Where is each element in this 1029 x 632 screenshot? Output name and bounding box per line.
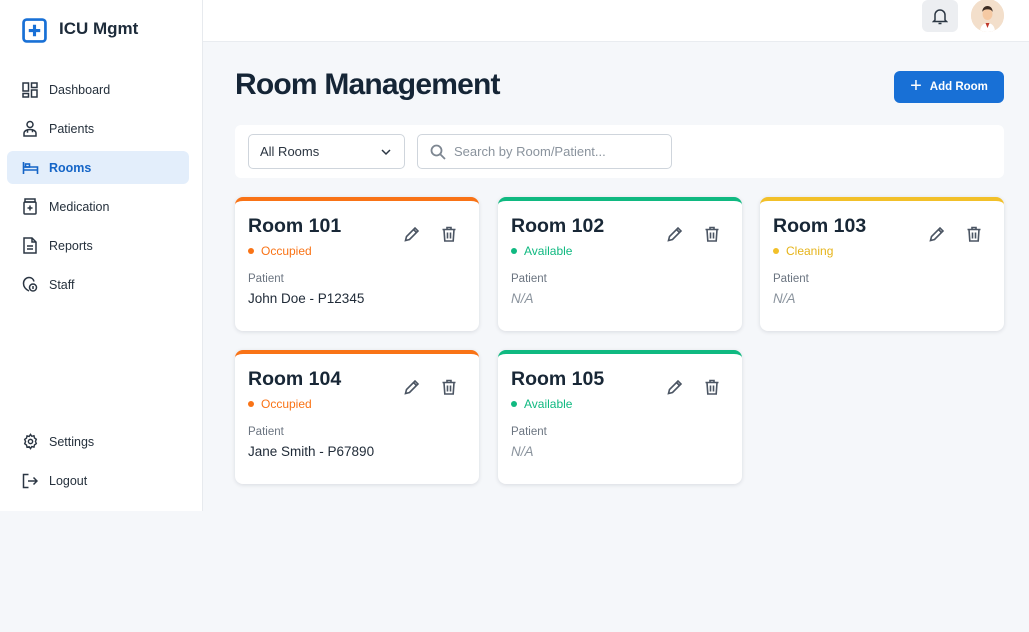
status-badge: Occupied bbox=[248, 244, 312, 258]
app-root: ICU Mgmt Dashboard Patients Rooms Medica… bbox=[0, 0, 1029, 632]
top-bar bbox=[203, 0, 1029, 42]
sidebar: ICU Mgmt Dashboard Patients Rooms Medica… bbox=[0, 0, 203, 511]
room-name: Room 104 bbox=[248, 368, 342, 390]
patient-label: Patient bbox=[773, 273, 809, 285]
gear-icon bbox=[21, 433, 39, 451]
user-avatar-icon bbox=[971, 0, 1004, 32]
room-card[interactable]: Room 104 Occupied Patient Jane Smith - P… bbox=[235, 350, 479, 484]
medication-icon bbox=[21, 198, 39, 216]
search-icon bbox=[430, 144, 446, 160]
sidebar-item-patients[interactable]: Patients bbox=[7, 112, 189, 145]
sidebar-item-label: Patients bbox=[49, 121, 95, 136]
edit-pencil-icon[interactable] bbox=[666, 225, 684, 243]
trash-icon[interactable] bbox=[703, 225, 721, 243]
sidebar-item-label: Staff bbox=[49, 277, 75, 292]
status-dot bbox=[773, 248, 779, 254]
trash-icon[interactable] bbox=[440, 378, 458, 396]
sidebar-item-medication[interactable]: Medication bbox=[7, 190, 189, 223]
sidebar-item-reports[interactable]: Reports bbox=[7, 229, 189, 262]
patient-value: N/A bbox=[773, 291, 796, 306]
avatar[interactable] bbox=[971, 0, 1004, 32]
sidebar-bottom-nav: Settings Logout bbox=[7, 425, 189, 503]
status-text: Occupied bbox=[261, 397, 312, 411]
plus-icon: + bbox=[910, 74, 922, 97]
room-card[interactable]: Room 101 Occupied Patient John Doe - P12… bbox=[235, 197, 479, 331]
status-badge: Available bbox=[511, 397, 572, 411]
sidebar-item-logout[interactable]: Logout bbox=[7, 464, 189, 497]
room-name: Room 101 bbox=[248, 215, 342, 237]
sidebar-item-label: Dashboard bbox=[49, 82, 111, 97]
bell-icon bbox=[932, 8, 948, 24]
hospital-cross-icon bbox=[22, 18, 47, 43]
document-icon bbox=[21, 237, 39, 255]
room-name: Room 103 bbox=[773, 215, 867, 237]
dashboard-icon bbox=[21, 81, 39, 99]
bed-icon bbox=[21, 159, 39, 177]
patient-value: John Doe - P12345 bbox=[248, 291, 365, 306]
status-dot bbox=[511, 248, 517, 254]
room-card[interactable]: Room 102 Available Patient N/A bbox=[498, 197, 742, 331]
chevron-down-icon bbox=[381, 149, 391, 156]
status-badge: Available bbox=[511, 244, 572, 258]
status-badge: Cleaning bbox=[773, 244, 833, 258]
status-dot bbox=[248, 248, 254, 254]
sidebar-item-settings[interactable]: Settings bbox=[7, 425, 189, 458]
sidebar-item-rooms[interactable]: Rooms bbox=[7, 151, 189, 184]
patient-value: N/A bbox=[511, 291, 534, 306]
room-card[interactable]: Room 103 Cleaning Patient N/A bbox=[760, 197, 1004, 331]
sidebar-item-label: Medication bbox=[49, 199, 110, 214]
patient-label: Patient bbox=[248, 426, 284, 438]
sidebar-item-dashboard[interactable]: Dashboard bbox=[7, 73, 189, 106]
patient-value: Jane Smith - P67890 bbox=[248, 444, 375, 459]
search-input[interactable] bbox=[454, 144, 654, 159]
trash-icon[interactable] bbox=[440, 225, 458, 243]
status-badge: Occupied bbox=[248, 397, 312, 411]
sidebar-item-label: Rooms bbox=[49, 160, 92, 175]
patient-label: Patient bbox=[511, 426, 547, 438]
logout-icon bbox=[21, 472, 39, 490]
sidebar-item-label: Logout bbox=[49, 473, 88, 488]
status-dot bbox=[248, 401, 254, 407]
app-name: ICU Mgmt bbox=[59, 18, 139, 38]
status-dot bbox=[511, 401, 517, 407]
patient-icon bbox=[21, 120, 39, 138]
room-card[interactable]: Room 105 Available Patient N/A bbox=[498, 350, 742, 484]
edit-pencil-icon[interactable] bbox=[403, 378, 421, 396]
sidebar-item-label: Settings bbox=[49, 434, 95, 449]
status-text: Cleaning bbox=[786, 244, 834, 258]
sidebar-nav: Dashboard Patients Rooms Medication Repo… bbox=[7, 73, 189, 307]
room-filter-select[interactable]: All Rooms bbox=[248, 134, 405, 169]
sidebar-item-staff[interactable]: Staff bbox=[7, 268, 189, 301]
notifications-button[interactable] bbox=[922, 0, 958, 32]
edit-pencil-icon[interactable] bbox=[928, 225, 946, 243]
status-text: Available bbox=[524, 397, 573, 411]
brand[interactable]: ICU Mgmt bbox=[22, 14, 138, 43]
page-title: Room Management bbox=[235, 68, 501, 101]
edit-pencil-icon[interactable] bbox=[403, 225, 421, 243]
trash-icon[interactable] bbox=[703, 378, 721, 396]
edit-pencil-icon[interactable] bbox=[666, 378, 684, 396]
patient-label: Patient bbox=[511, 273, 547, 285]
add-room-button[interactable]: + Add Room bbox=[894, 71, 1004, 103]
status-text: Available bbox=[524, 244, 573, 258]
room-filter-value: All Rooms bbox=[260, 144, 320, 159]
patient-value: N/A bbox=[511, 444, 534, 459]
add-room-label: Add Room bbox=[929, 81, 988, 93]
room-name: Room 102 bbox=[511, 215, 605, 237]
room-name: Room 105 bbox=[511, 368, 605, 390]
filter-bar: All Rooms bbox=[235, 125, 1004, 178]
trash-icon[interactable] bbox=[965, 225, 983, 243]
staff-icon bbox=[21, 276, 39, 294]
sidebar-item-label: Reports bbox=[49, 238, 93, 253]
status-text: Occupied bbox=[261, 244, 312, 258]
search-box bbox=[417, 134, 672, 169]
patient-label: Patient bbox=[248, 273, 284, 285]
